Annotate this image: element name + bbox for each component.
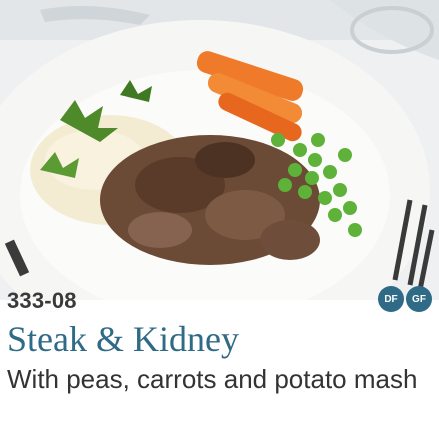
gluten-free-badge: GF (406, 286, 432, 312)
product-code: 333-08 (7, 288, 77, 313)
steak-and-kidney (100, 135, 320, 265)
dairy-free-badge: DF (378, 286, 404, 312)
dietary-badges: DF GF (378, 286, 439, 312)
product-description: With peas, carrots and potato mash (7, 364, 418, 394)
product-title: Steak & Kidney (7, 319, 239, 359)
product-photo (0, 0, 439, 300)
meal-photo-illustration (0, 0, 439, 300)
